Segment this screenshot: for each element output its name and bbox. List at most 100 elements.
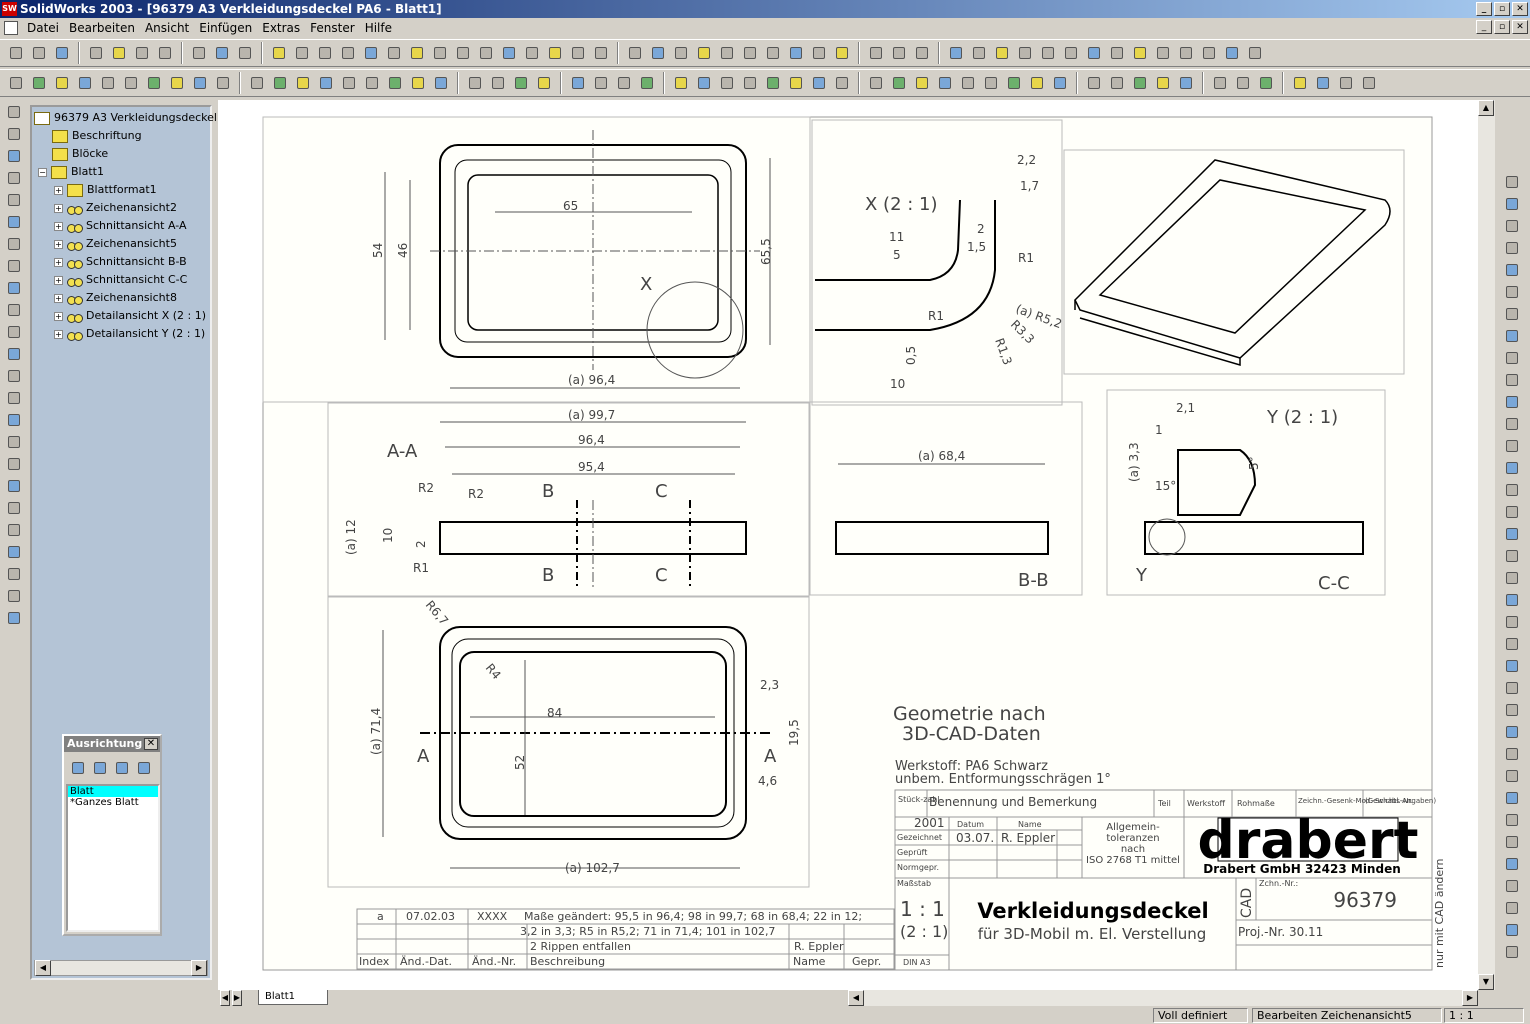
dim-102-7[interactable]: (a) 102,7 xyxy=(565,861,620,875)
toolbar-button-icon[interactable] xyxy=(591,43,611,63)
toolbar-button-icon[interactable] xyxy=(212,43,232,63)
dim-4-6[interactable]: 4,6 xyxy=(758,774,777,788)
tree-item-view[interactable]: + Blattformat1 xyxy=(54,181,157,199)
tree-item-blatt1[interactable]: − Blatt1 xyxy=(38,163,104,181)
dim-12[interactable]: (a) 12 xyxy=(344,519,358,555)
toolbar-button-icon[interactable] xyxy=(4,520,24,540)
tree-item-view[interactable]: + Zeichenansicht5 xyxy=(54,235,177,253)
tree-item-beschriftung[interactable]: Beschriftung xyxy=(52,127,142,145)
toolbar-button-icon[interactable] xyxy=(247,73,267,93)
dim-2[interactable]: 2 xyxy=(977,222,985,236)
toolbar-button-icon[interactable] xyxy=(4,322,24,342)
toolbar-button-icon[interactable] xyxy=(1050,73,1070,93)
toolbar-button-icon[interactable] xyxy=(694,43,714,63)
toolbar-button-icon[interactable] xyxy=(488,73,508,93)
toolbar-button-icon[interactable] xyxy=(4,124,24,144)
toolbar-button-icon[interactable] xyxy=(4,608,24,628)
toolbar-button-icon[interactable] xyxy=(671,73,691,93)
list-item-blatt[interactable]: Blatt xyxy=(68,786,158,797)
toolbar-button-icon[interactable] xyxy=(1502,216,1522,236)
toolbar-button-icon[interactable] xyxy=(1502,832,1522,852)
section-b-marker[interactable]: B xyxy=(542,565,554,586)
section-bb-label[interactable]: B-B xyxy=(1018,570,1049,591)
toolbar-button-icon[interactable] xyxy=(1084,73,1104,93)
dim-71-4[interactable]: (a) 71,4 xyxy=(369,708,383,755)
toolbar-button-icon[interactable] xyxy=(339,73,359,93)
toolbar-button-icon[interactable] xyxy=(614,73,634,93)
toolbar-button-icon[interactable] xyxy=(109,43,129,63)
toolbar-button-icon[interactable] xyxy=(270,73,290,93)
align-vertical-icon[interactable] xyxy=(112,758,132,778)
toolbar-button-icon[interactable] xyxy=(4,300,24,320)
toolbar-button-icon[interactable] xyxy=(155,43,175,63)
toolbar-button-icon[interactable] xyxy=(52,43,72,63)
toolbar-button-icon[interactable] xyxy=(568,73,588,93)
menu-datei[interactable]: Datei xyxy=(22,21,64,35)
document-icon[interactable] xyxy=(4,21,18,35)
toolbar-button-icon[interactable] xyxy=(1502,282,1522,302)
tree-item-view[interactable]: + Detailansicht Y (2 : 1) xyxy=(54,325,205,343)
toolbar-button-icon[interactable] xyxy=(4,102,24,122)
dim-5-deg[interactable]: 5° xyxy=(1247,456,1261,470)
dim-1-7[interactable]: 1,7 xyxy=(1020,179,1039,193)
toolbar-button-icon[interactable] xyxy=(625,43,645,63)
toolbar-button-icon[interactable] xyxy=(453,43,473,63)
toolbar-button-icon[interactable] xyxy=(1502,744,1522,764)
toolbar-button-icon[interactable] xyxy=(1107,73,1127,93)
section-b-marker[interactable]: B xyxy=(542,481,554,502)
detail-y-marker[interactable]: Y xyxy=(1135,565,1148,586)
toolbar-button-icon[interactable] xyxy=(1502,480,1522,500)
menu-ansicht[interactable]: Ansicht xyxy=(140,21,194,35)
toolbar-button-icon[interactable] xyxy=(1336,73,1356,93)
toolbar-button-icon[interactable] xyxy=(992,43,1012,63)
dim-0-5[interactable]: 0,5 xyxy=(904,346,918,365)
dim-96-4[interactable]: (a) 96,4 xyxy=(568,373,615,387)
toolbar-button-icon[interactable] xyxy=(1502,854,1522,874)
dim-10[interactable]: 10 xyxy=(890,377,905,391)
toolbar-button-icon[interactable] xyxy=(1502,194,1522,214)
section-c-marker[interactable]: C xyxy=(655,565,668,586)
first-sheet-button[interactable]: ◀ xyxy=(220,990,230,1006)
toolbar-button-icon[interactable] xyxy=(1502,502,1522,522)
dim-10[interactable]: 10 xyxy=(381,528,395,543)
vertical-scrollbar[interactable]: ▲ ▼ xyxy=(1478,100,1495,990)
note-cad-daten[interactable]: 3D-CAD-Daten xyxy=(902,723,1041,745)
toolbar-button-icon[interactable] xyxy=(763,73,783,93)
toolbar-button-icon[interactable] xyxy=(1290,73,1310,93)
dim-19-5[interactable]: 19,5 xyxy=(787,719,801,746)
dim-52[interactable]: 52 xyxy=(513,755,527,770)
toolbar-button-icon[interactable] xyxy=(1502,634,1522,654)
toolbar-button-icon[interactable] xyxy=(1502,414,1522,434)
toolbar-button-icon[interactable] xyxy=(384,43,404,63)
toolbar-button-icon[interactable] xyxy=(98,73,118,93)
toolbar-button-icon[interactable] xyxy=(4,454,24,474)
note-entformung[interactable]: unbem. Entformungsschrägen 1° xyxy=(895,772,1111,787)
expand-icon[interactable]: + xyxy=(54,221,63,231)
section-cc-label[interactable]: C-C xyxy=(1318,573,1350,594)
menu-fenster[interactable]: Fenster xyxy=(305,21,360,35)
toolbar-button-icon[interactable] xyxy=(763,43,783,63)
toolbar-button-icon[interactable] xyxy=(1502,612,1522,632)
toolbar-button-icon[interactable] xyxy=(935,73,955,93)
minimize-button[interactable]: _ xyxy=(1476,2,1492,16)
toolbar-button-icon[interactable] xyxy=(4,190,24,210)
toolbar-button-icon[interactable] xyxy=(29,43,49,63)
toolbar-button-icon[interactable] xyxy=(4,542,24,562)
toolbar-button-icon[interactable] xyxy=(1502,370,1522,390)
section-a-marker[interactable]: A xyxy=(764,746,777,767)
expand-icon[interactable]: + xyxy=(54,257,63,267)
toolbar-button-icon[interactable] xyxy=(1061,43,1081,63)
toolbar-button-icon[interactable] xyxy=(1084,43,1104,63)
toolbar-button-icon[interactable] xyxy=(1502,524,1522,544)
expand-icon[interactable]: + xyxy=(54,311,63,321)
toolbar-button-icon[interactable] xyxy=(740,43,760,63)
toolbar-button-icon[interactable] xyxy=(786,73,806,93)
expand-icon[interactable]: + xyxy=(54,239,63,249)
toolbar-button-icon[interactable] xyxy=(1502,392,1522,412)
toolbar-button-icon[interactable] xyxy=(1502,238,1522,258)
toolbar-button-icon[interactable] xyxy=(476,43,496,63)
dim-65-5[interactable]: 65,5 xyxy=(759,238,773,265)
last-sheet-button[interactable]: ▶ xyxy=(232,990,242,1006)
toolbar-button-icon[interactable] xyxy=(1502,920,1522,940)
toolbar-button-icon[interactable] xyxy=(6,43,26,63)
